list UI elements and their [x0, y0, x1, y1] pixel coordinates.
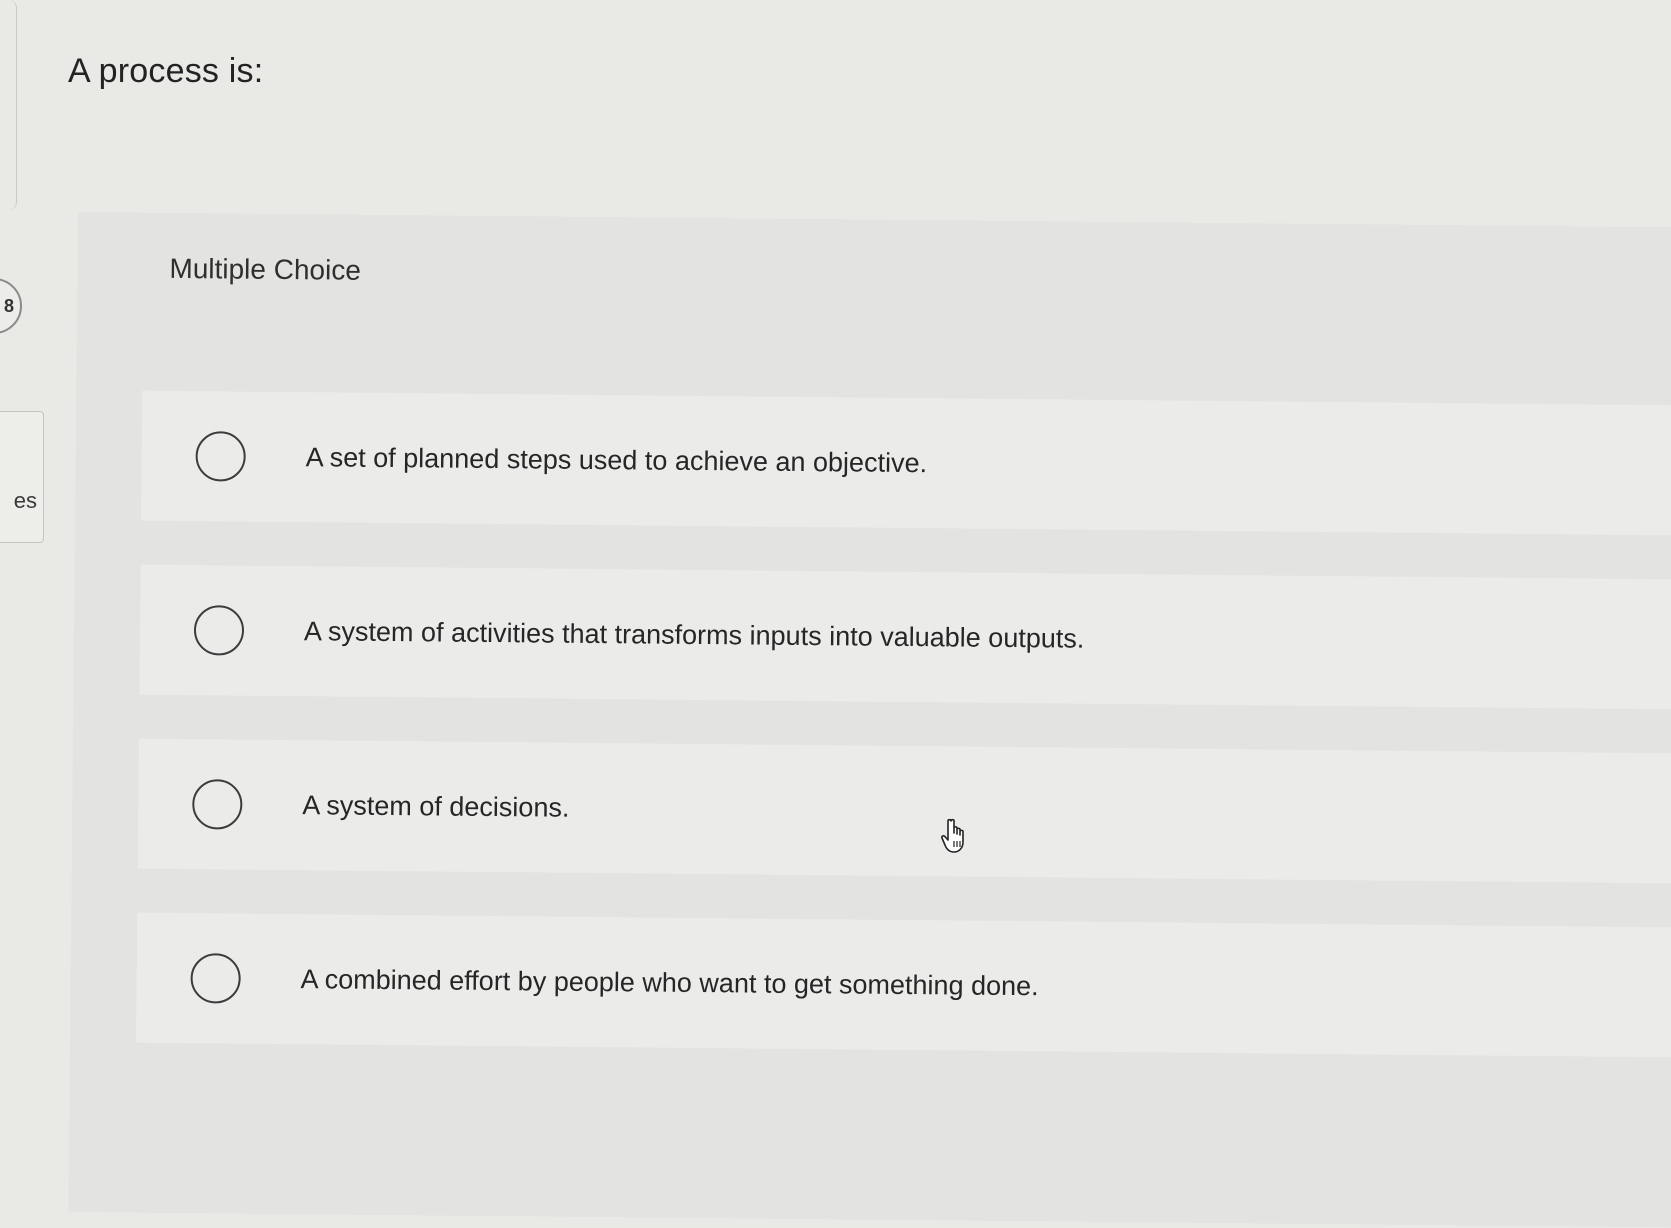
left-side-tab-label: es: [13, 488, 37, 513]
answer-option-label: A system of activities that transforms i…: [303, 615, 1085, 654]
question-type-label: Multiple Choice: [169, 252, 362, 286]
answer-option-label: A combined effort by people who want to …: [300, 963, 1039, 1001]
answer-option-label: A system of decisions.: [302, 789, 570, 823]
answer-option-1[interactable]: A set of planned steps used to achieve a…: [141, 390, 1671, 536]
question-number-label: 8: [3, 295, 14, 316]
radio-button-4[interactable]: [190, 953, 241, 1004]
answer-options: A set of planned steps used to achieve a…: [136, 390, 1671, 1102]
hand-pointer-icon: [940, 818, 972, 854]
answer-option-2[interactable]: A system of activities that transforms i…: [139, 564, 1671, 710]
question-number-badge[interactable]: 8: [0, 278, 22, 334]
radio-button-1[interactable]: [195, 431, 246, 482]
left-side-tab[interactable]: es: [0, 411, 44, 543]
radio-button-2[interactable]: [193, 605, 245, 656]
answer-option-4[interactable]: A combined effort by people who want to …: [136, 912, 1671, 1058]
question-title: A process is:: [68, 52, 264, 90]
answer-option-3[interactable]: A system of decisions.: [137, 738, 1671, 884]
radio-button-3[interactable]: [192, 779, 243, 830]
answer-option-label: A set of planned steps used to achieve a…: [305, 441, 928, 478]
multiple-choice-panel: Multiple Choice A set of planned steps u…: [68, 212, 1671, 1228]
left-rail-panel: [0, 0, 17, 210]
